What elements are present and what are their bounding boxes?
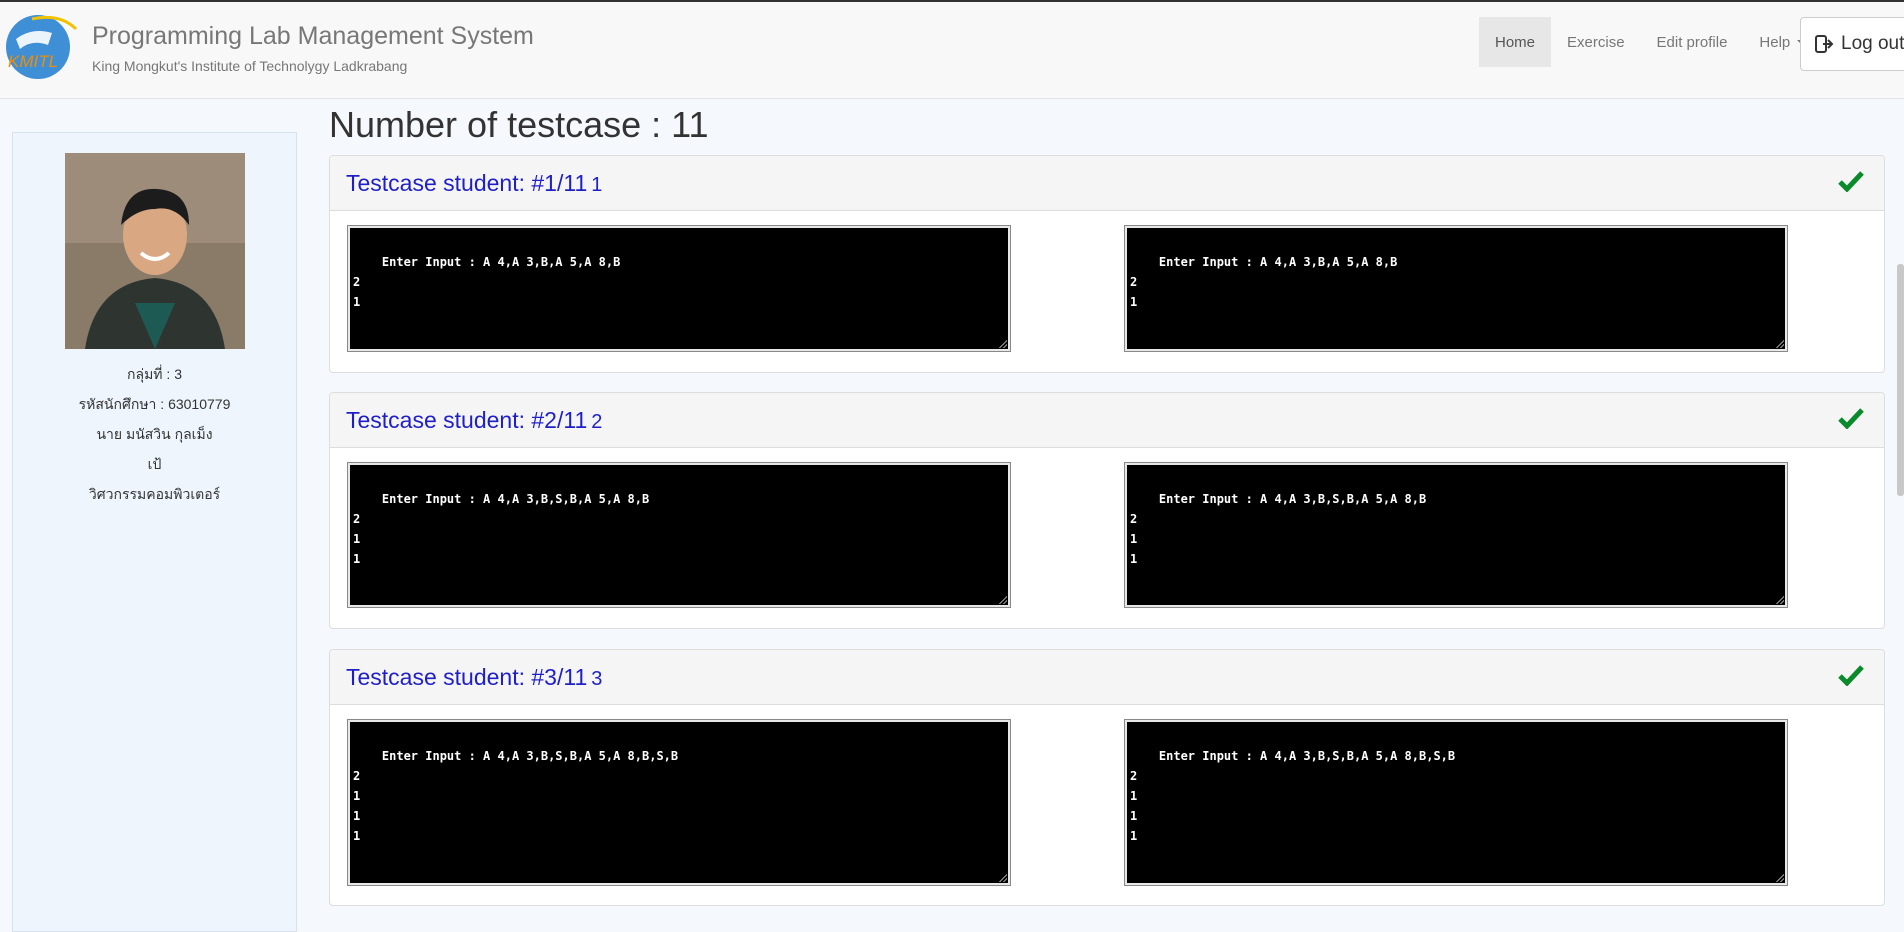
testcase-title-text: Testcase student: #1/11 (346, 170, 588, 196)
logout-button[interactable]: Log out (1800, 17, 1904, 71)
testcase-heading: Testcase student: #2/11 2 (330, 393, 1884, 448)
resize-grip-icon[interactable] (999, 874, 1007, 882)
testcase-number: 1 (591, 174, 603, 196)
student-group: กลุ่มที่ : 3 (127, 366, 182, 382)
student-output-text: Enter Input : A 4,A 3,B,S,B,A 5,A 8,B 2 … (353, 492, 650, 566)
check-icon (1838, 408, 1864, 429)
student-nickname: เป้ (147, 456, 162, 472)
brand-title[interactable]: Programming Lab Management System (92, 22, 534, 51)
student-output-textarea[interactable]: Enter Input : A 4,A 3,B,A 5,A 8,B 2 1 (347, 225, 1011, 352)
student-output-text: Enter Input : A 4,A 3,B,A 5,A 8,B 2 1 (353, 255, 621, 309)
testcase-panel-3: Testcase student: #3/11 3 Enter Input : A… (329, 649, 1885, 906)
page-title: Number of testcase : 11 (329, 104, 709, 145)
resize-grip-icon[interactable] (1776, 340, 1784, 348)
expected-output-textarea[interactable]: Enter Input : A 4,A 3,B,A 5,A 8,B 2 1 (1124, 225, 1788, 352)
testcase-title: Testcase student: #2/11 2 (346, 407, 602, 434)
student-output-textarea[interactable]: Enter Input : A 4,A 3,B,S,B,A 5,A 8,B 2 … (347, 462, 1011, 608)
student-info: กลุ่มที่ : 3 รหัสนักศึกษา : 63010779 นาย… (13, 359, 296, 509)
student-output-textarea[interactable]: Enter Input : A 4,A 3,B,S,B,A 5,A 8,B,S,… (347, 719, 1011, 886)
check-icon (1838, 171, 1864, 192)
student-id: รหัสนักศึกษา : 63010779 (78, 396, 231, 412)
testcase-title-text: Testcase student: #3/11 (346, 664, 588, 690)
resize-grip-icon[interactable] (999, 340, 1007, 348)
nav-edit-profile[interactable]: Edit profile (1641, 17, 1744, 67)
check-icon (1838, 665, 1864, 686)
page-scrollbar[interactable] (1897, 264, 1904, 496)
navbar: KMITL Programming Lab Management System … (0, 2, 1904, 99)
logout-label: Log out (1841, 33, 1904, 54)
student-output-text: Enter Input : A 4,A 3,B,S,B,A 5,A 8,B,S,… (353, 749, 679, 843)
student-sidebar: กลุ่มที่ : 3 รหัสนักศึกษา : 63010779 นาย… (12, 132, 297, 932)
resize-grip-icon[interactable] (1776, 596, 1784, 604)
logout-icon (1815, 35, 1834, 53)
brand-subtitle: King Mongkut's Institute of Technolygy L… (92, 58, 408, 74)
nav-exercise[interactable]: Exercise (1551, 17, 1641, 67)
testcase-heading: Testcase student: #3/11 3 (330, 650, 1884, 705)
testcase-number: 2 (591, 411, 603, 433)
expected-output-textarea[interactable]: Enter Input : A 4,A 3,B,S,B,A 5,A 8,B 2 … (1124, 462, 1788, 608)
avatar (65, 153, 245, 349)
nav-help-label: Help (1759, 33, 1791, 51)
expected-output-text: Enter Input : A 4,A 3,B,S,B,A 5,A 8,B 2 … (1130, 492, 1427, 566)
main-nav: Home Exercise Edit profile Help (1479, 17, 1821, 69)
svg-text:KMITL: KMITL (8, 52, 58, 71)
testcase-title-text: Testcase student: #2/11 (346, 407, 588, 433)
nav-home[interactable]: Home (1479, 17, 1552, 67)
testcase-title: Testcase student: #1/11 1 (346, 170, 602, 197)
expected-output-text: Enter Input : A 4,A 3,B,S,B,A 5,A 8,B,S,… (1130, 749, 1456, 843)
resize-grip-icon[interactable] (999, 596, 1007, 604)
student-name: นาย มนัสวิน กุลเม็ง (96, 426, 213, 442)
testcase-title: Testcase student: #3/11 3 (346, 664, 602, 691)
testcase-heading: Testcase student: #1/11 1 (330, 156, 1884, 211)
expected-output-text: Enter Input : A 4,A 3,B,A 5,A 8,B 2 1 (1130, 255, 1398, 309)
testcase-number: 3 (591, 668, 603, 690)
testcase-panel-2: Testcase student: #2/11 2 Enter Input : A… (329, 392, 1885, 629)
expected-output-textarea[interactable]: Enter Input : A 4,A 3,B,S,B,A 5,A 8,B,S,… (1124, 719, 1788, 886)
testcase-panel-1: Testcase student: #1/11 1 Enter Input : A… (329, 155, 1885, 373)
resize-grip-icon[interactable] (1776, 874, 1784, 882)
student-faculty: วิศวกรรมคอมพิวเตอร์ (88, 486, 221, 502)
kmitl-logo[interactable]: KMITL (2, 9, 78, 81)
